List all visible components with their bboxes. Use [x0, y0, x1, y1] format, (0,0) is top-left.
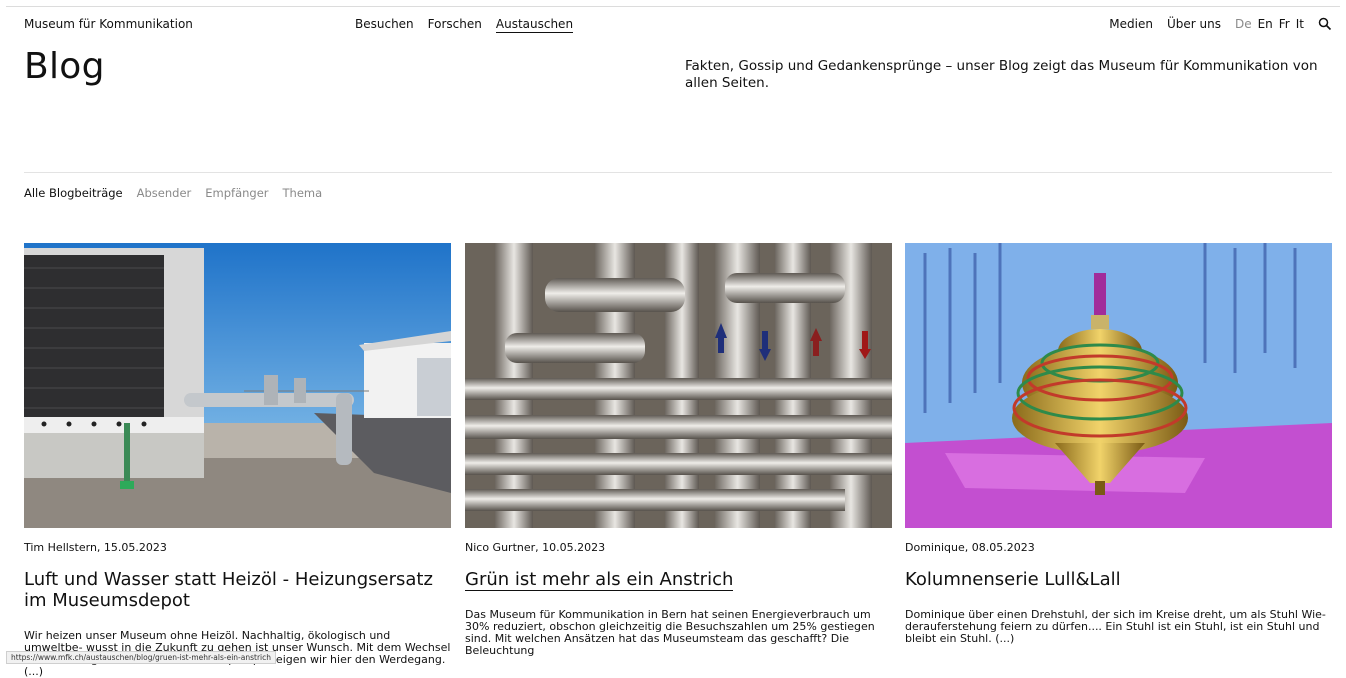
blog-card[interactable]: Nico Gurtner, 10.05.2023 Grün ist mehr a…: [465, 243, 892, 657]
language-switcher: De En Fr It: [1235, 17, 1304, 31]
top-divider: [6, 6, 1340, 7]
filter-bar: Alle Blogbeiträge Absender Empfänger The…: [24, 186, 322, 200]
search-icon[interactable]: [1318, 17, 1332, 31]
filter-all-posts[interactable]: Alle Blogbeiträge: [24, 186, 123, 200]
page-title: Blog: [24, 46, 105, 87]
main-nav: Besuchen Forschen Austauschen: [355, 17, 574, 33]
post-image-spinning-top[interactable]: [905, 243, 1332, 528]
nav-item-austauschen[interactable]: Austauschen: [495, 17, 574, 33]
blog-card[interactable]: Tim Hellstern, 15.05.2023 Luft und Wasse…: [24, 243, 451, 678]
blog-card[interactable]: Dominique, 08.05.2023 Kolumnenserie Lull…: [905, 243, 1332, 645]
meta-item-ueber-uns[interactable]: Über uns: [1167, 17, 1221, 31]
browser-status-url: https://www.mfk.ch/austauschen/blog/grue…: [6, 651, 276, 664]
meta-item-medien[interactable]: Medien: [1109, 17, 1153, 31]
lang-fr[interactable]: Fr: [1279, 17, 1290, 31]
filter-thema[interactable]: Thema: [283, 186, 323, 200]
post-excerpt: Dominique über einen Drehstuhl, der sich…: [905, 608, 1326, 645]
post-image-heat-pump[interactable]: [24, 243, 451, 528]
nav-item-forschen[interactable]: Forschen: [428, 17, 482, 33]
post-excerpt: Das Museum für Kommunikation in Bern hat…: [465, 608, 875, 657]
lang-it[interactable]: It: [1296, 17, 1304, 31]
post-image-pipes[interactable]: [465, 243, 892, 528]
filter-empfaenger[interactable]: Empfänger: [205, 186, 268, 200]
post-byline: Nico Gurtner, 10.05.2023: [465, 541, 606, 554]
filter-divider: [24, 172, 1332, 173]
lang-en[interactable]: En: [1258, 17, 1273, 31]
nav-item-besuchen[interactable]: Besuchen: [355, 17, 414, 33]
post-title-link[interactable]: Grün ist mehr als ein Anstrich: [465, 569, 734, 591]
post-title[interactable]: Kolumnenserie Lull&Lall: [905, 569, 1332, 590]
post-title[interactable]: Grün ist mehr als ein Anstrich: [465, 569, 892, 591]
lang-de[interactable]: De: [1235, 17, 1252, 31]
meta-nav: Medien Über uns De En Fr It: [1109, 17, 1332, 31]
site-logo[interactable]: Museum für Kommunikation: [24, 17, 193, 31]
filter-absender[interactable]: Absender: [137, 186, 192, 200]
post-byline: Tim Hellstern, 15.05.2023: [24, 541, 167, 554]
post-byline: Dominique, 08.05.2023: [905, 541, 1035, 554]
post-title[interactable]: Luft und Wasser statt Heizöl - Heizungse…: [24, 569, 451, 611]
page-intro: Fakten, Gossip und Gedankensprünge – uns…: [685, 58, 1318, 91]
